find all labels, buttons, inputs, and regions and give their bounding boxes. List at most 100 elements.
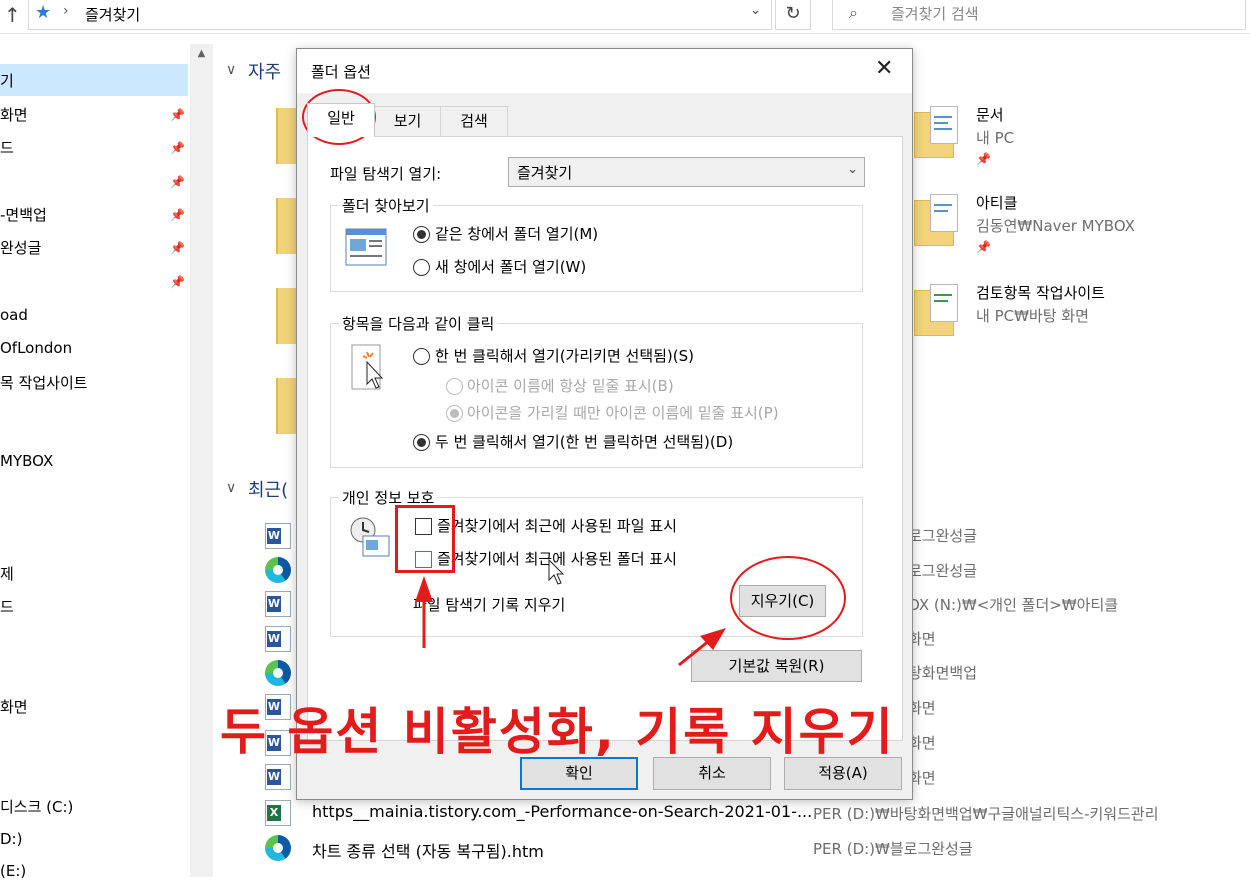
radio-double-click-label[interactable]: 두 번 클릭해서 열기(한 번 클릭하면 선택됨)(D) — [435, 431, 733, 452]
pinned-item-title[interactable]: 아티클 — [976, 192, 1017, 213]
folder-icon[interactable] — [914, 284, 966, 340]
pinned-item-title[interactable]: 검토항목 작업사이트 — [976, 282, 1105, 303]
chevron-down-icon[interactable]: ∨ — [226, 62, 236, 78]
address-path[interactable]: 즐겨찾기 — [85, 4, 140, 25]
word-file-icon[interactable] — [265, 591, 291, 617]
tab-search[interactable]: 검색 — [440, 106, 508, 136]
up-arrow-icon[interactable]: ↑ — [4, 3, 21, 27]
annotation-caption: 두 옵션 비활성화, 기록 지우기 — [220, 703, 895, 761]
click-items-group: 항목을 다음과 같이 클릭 한 번 클릭해서 열기(가리키면 선택됨)(S) 아… — [330, 313, 863, 468]
nav-item[interactable]: 완성글 — [0, 237, 41, 258]
nav-item[interactable]: (E:) — [0, 862, 26, 880]
recent-file-location: 로그완성글 — [908, 527, 978, 545]
open-explorer-select[interactable]: 즐겨찾기 ⌄ — [508, 157, 865, 187]
tab-general[interactable]: 일반 — [307, 103, 375, 137]
star-icon: ★ — [35, 2, 52, 23]
refresh-icon: ↻ — [785, 3, 801, 24]
chevron-down-icon[interactable]: ⌄ — [750, 3, 761, 18]
pin-icon: 📌 — [170, 241, 185, 255]
word-file-icon[interactable] — [265, 764, 291, 790]
annotation-circle-clear-button — [730, 556, 846, 640]
recent-file-location: 로그완성글 — [908, 562, 978, 580]
radio-same-window-label[interactable]: 같은 창에서 폴더 열기(M) — [435, 223, 598, 244]
pin-icon: 📌 — [976, 240, 991, 254]
excel-file-icon[interactable] — [265, 800, 291, 826]
click-pointer-icon — [351, 344, 384, 390]
folder-icon[interactable] — [276, 108, 298, 164]
group-title: 항목을 다음과 같이 클릭 — [339, 313, 498, 334]
pinned-item-location: 내 PC — [976, 129, 1015, 147]
nav-item[interactable]: MYBOX — [0, 452, 53, 470]
pin-icon: 📌 — [170, 141, 185, 155]
documents-folder-icon[interactable] — [914, 106, 966, 162]
chevron-down-icon[interactable]: ⌄ — [847, 162, 858, 177]
radio-new-window-label[interactable]: 새 창에서 폴더 열기(W) — [435, 256, 586, 277]
search-placeholder: 즐겨찾기 검색 — [891, 5, 979, 23]
radio-underline-hover-label: 아이콘을 가리킬 때만 아이콘 이름에 밑줄 표시(P) — [467, 404, 779, 422]
pinned-item-location: 김동연₩Naver MYBOX — [976, 217, 1135, 235]
browse-folders-group: 폴더 찾아보기 같은 창에서 폴더 열기(M) 새 창에서 폴더 열기(W) — [330, 195, 863, 292]
scroll-up-icon[interactable]: ▲ — [190, 48, 213, 59]
recent-file-location: PER (D:)₩바탕화면백업₩구글애널리틱스-키워드관리 — [813, 805, 1159, 823]
nav-selection-highlight — [0, 64, 188, 96]
open-explorer-label: 파일 탐색기 열기: — [330, 165, 442, 183]
clear-history-label: 파일 탐색기 기록 지우기 — [413, 596, 566, 614]
nav-item[interactable]: 화면 — [0, 104, 28, 125]
recent-files-header[interactable]: 최근( — [248, 476, 288, 502]
word-file-icon[interactable] — [265, 523, 291, 549]
radio-double-click[interactable] — [413, 434, 430, 451]
pin-icon: 📌 — [976, 152, 991, 166]
edge-file-icon[interactable] — [265, 835, 291, 861]
folder-icon[interactable] — [276, 288, 298, 344]
nav-item[interactable]: 드 — [0, 596, 14, 617]
pin-icon: 📌 — [170, 108, 185, 122]
folder-icon[interactable] — [276, 378, 298, 434]
edge-file-icon[interactable] — [265, 557, 291, 583]
nav-item[interactable]: 기 — [0, 70, 14, 91]
edge-file-icon[interactable] — [265, 660, 291, 686]
folder-icon[interactable] — [276, 198, 298, 254]
radio-underline-always — [446, 378, 463, 395]
navigation-pane: 기 화면 📌 드 📌 📌 -면백업 📌 완성글 📌 📌 oad OfLondon… — [0, 44, 213, 880]
close-icon[interactable]: ✕ — [875, 55, 893, 83]
radio-same-window[interactable] — [413, 226, 430, 243]
nav-item[interactable]: 화면 — [0, 696, 28, 717]
checkbox-recent-folders-label[interactable]: 즐겨찾기에서 최근에 사용된 폴더 표시 — [437, 548, 677, 569]
folder-icon[interactable] — [914, 194, 966, 250]
chevron-down-icon[interactable]: ∨ — [226, 480, 236, 496]
recent-file-name[interactable]: 차트 종류 선택 (자동 복구됨).htm — [312, 838, 544, 862]
tab-view[interactable]: 보기 — [374, 106, 441, 136]
search-input[interactable]: ⌕ 즐겨찾기 검색 — [832, 0, 1246, 30]
group-title: 폴더 찾아보기 — [339, 195, 433, 216]
address-box[interactable]: ★ › 즐겨찾기 ⌄ — [28, 0, 772, 30]
radio-single-click-label[interactable]: 한 번 클릭해서 열기(가리키면 선택됨)(S) — [435, 345, 694, 366]
nav-item[interactable]: -면백업 — [0, 204, 47, 225]
frequent-folders-header[interactable]: 자주 — [248, 58, 281, 84]
chevron-right-icon[interactable]: › — [63, 3, 69, 19]
nav-item[interactable]: oad — [0, 306, 28, 324]
dialog-title: 폴더 옵션 — [311, 63, 371, 81]
nav-item[interactable]: 드 — [0, 137, 14, 158]
word-file-icon[interactable] — [265, 626, 291, 652]
restore-defaults-button[interactable]: 기본값 복원(R) — [691, 650, 862, 682]
recent-file-location: PER (D:)₩블로그완성글 — [813, 840, 973, 858]
pinned-item-title[interactable]: 문서 — [976, 104, 1004, 125]
nav-item[interactable]: 목 작업사이트 — [0, 372, 88, 393]
nav-item[interactable]: 제 — [0, 563, 14, 584]
checkbox-recent-files-label[interactable]: 즐겨찾기에서 최근에 사용된 파일 표시 — [437, 515, 677, 536]
pinned-item-location: 내 PC₩바탕 화면 — [976, 307, 1089, 325]
pin-icon: 📌 — [170, 275, 185, 289]
nav-scrollbar[interactable]: ▲ — [190, 44, 213, 877]
nav-item[interactable]: 디스크 (C:) — [0, 796, 73, 817]
folder-window-icon — [345, 228, 387, 266]
radio-new-window[interactable] — [413, 259, 430, 276]
dialog-titlebar[interactable]: 폴더 옵션 ✕ — [297, 49, 912, 93]
privacy-clock-icon — [350, 517, 390, 557]
radio-single-click[interactable] — [413, 348, 430, 365]
annotation-box-checkboxes — [395, 505, 455, 573]
nav-item[interactable]: OfLondon — [0, 339, 72, 357]
nav-item[interactable]: D:) — [0, 830, 22, 848]
recent-file-name[interactable]: https__mainia.tistory.com_-Performance-o… — [312, 802, 812, 821]
refresh-button[interactable]: ↻ — [775, 0, 811, 30]
radio-underline-always-label: 아이콘 이름에 항상 밑줄 표시(B) — [467, 377, 674, 395]
